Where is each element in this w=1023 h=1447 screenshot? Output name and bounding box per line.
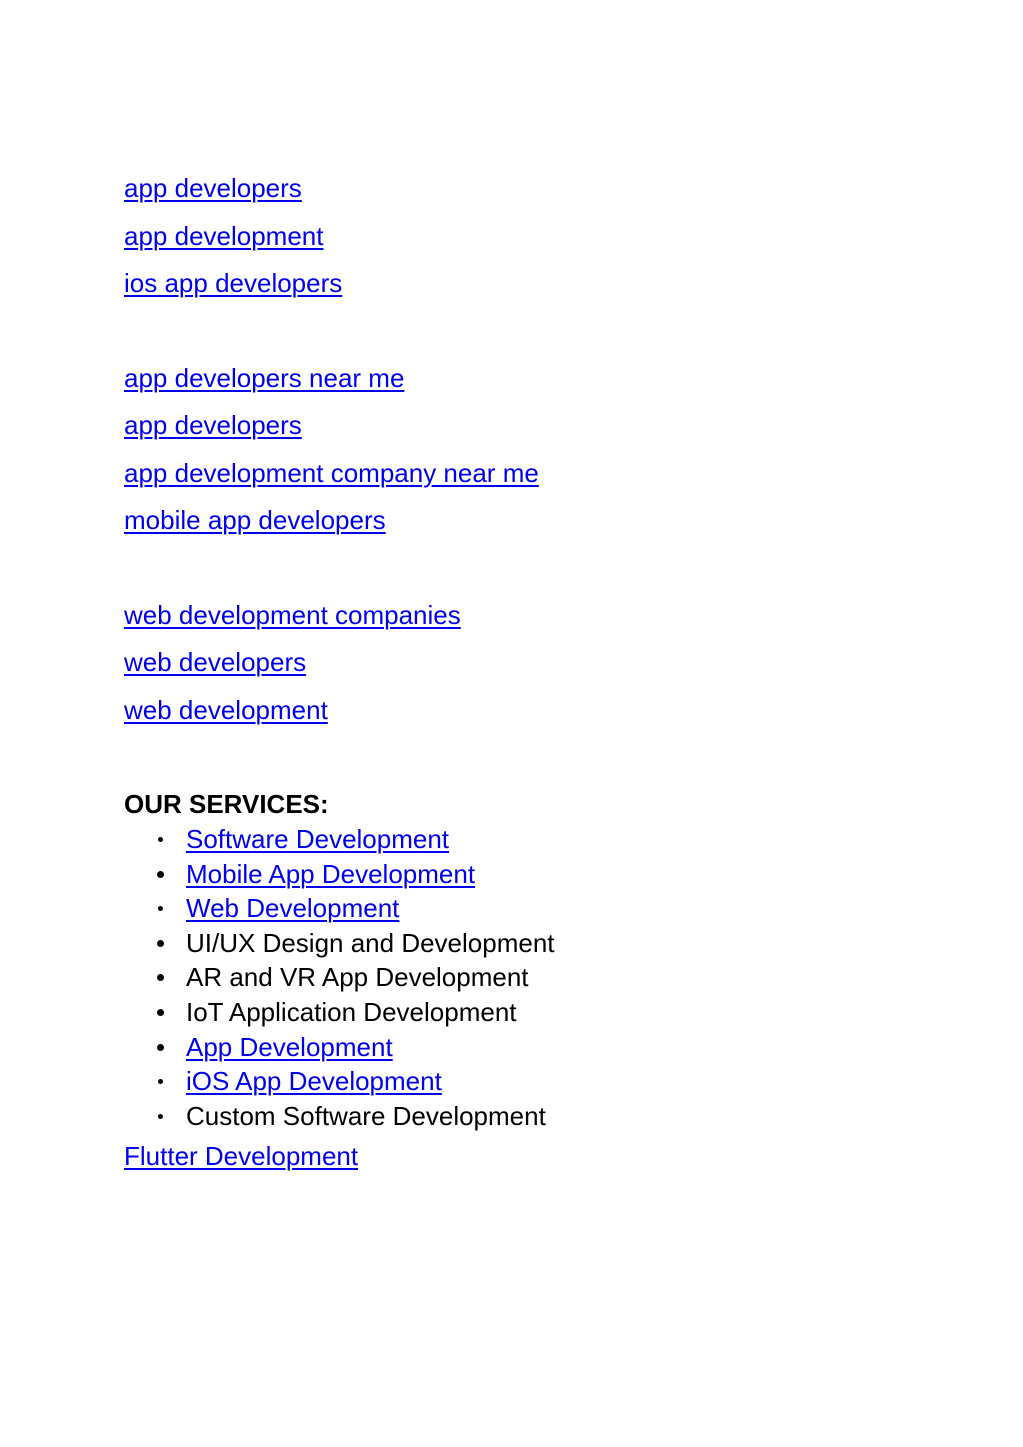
footer-link-line: Flutter Development bbox=[124, 1138, 924, 1174]
link-group-near-me: app developers near me app developers ap… bbox=[124, 360, 924, 550]
link-mobile-app-development[interactable]: Mobile App Development bbox=[186, 859, 475, 889]
link-line: app development bbox=[124, 218, 924, 266]
link-app-development[interactable]: app development bbox=[124, 221, 323, 251]
link-app-developers[interactable]: app developers bbox=[124, 173, 302, 203]
document-page: app developers app development ios app d… bbox=[124, 170, 924, 1180]
service-label-ar-vr: AR and VR App Development bbox=[186, 962, 529, 993]
service-item: iOS App Development bbox=[124, 1063, 924, 1098]
link-line: app developers near me bbox=[124, 360, 924, 408]
link-line: web developers bbox=[124, 644, 924, 692]
services-list: Software Development Mobile App Developm… bbox=[124, 821, 924, 1132]
link-software-development[interactable]: Software Development bbox=[186, 824, 449, 854]
service-item: AR and VR App Development bbox=[124, 959, 924, 994]
link-ios-app-developers[interactable]: ios app developers bbox=[124, 268, 342, 298]
bullet-icon bbox=[157, 1008, 164, 1016]
bullet-icon bbox=[158, 1113, 163, 1119]
service-item: Custom Software Development bbox=[124, 1098, 924, 1133]
link-app-development-company-near-me[interactable]: app development company near me bbox=[124, 458, 539, 488]
service-label-custom-software: Custom Software Development bbox=[186, 1100, 546, 1131]
link-line: ios app developers bbox=[124, 265, 924, 313]
link-web-development[interactable]: web development bbox=[124, 695, 328, 725]
link-line: app developers bbox=[124, 407, 924, 455]
link-web-developers[interactable]: web developers bbox=[124, 647, 306, 677]
bullet-icon bbox=[158, 906, 163, 912]
link-ios-app-development[interactable]: iOS App Development bbox=[186, 1066, 442, 1096]
link-line: mobile app developers bbox=[124, 502, 924, 550]
bullet-icon bbox=[157, 974, 164, 982]
link-line: app development company near me bbox=[124, 455, 924, 503]
link-app-developers-near-me[interactable]: app developers near me bbox=[124, 363, 404, 393]
bullet-icon bbox=[157, 939, 164, 947]
link-app-development-service[interactable]: App Development bbox=[186, 1032, 393, 1062]
bullet-icon bbox=[157, 870, 164, 878]
bullet-icon bbox=[157, 1043, 164, 1051]
bullet-icon bbox=[158, 837, 163, 842]
service-item: Software Development bbox=[124, 821, 924, 856]
service-item: App Development bbox=[124, 1029, 924, 1064]
link-line: web development companies bbox=[124, 597, 924, 645]
link-flutter-development[interactable]: Flutter Development bbox=[124, 1141, 358, 1171]
service-item: Mobile App Development bbox=[124, 856, 924, 891]
link-mobile-app-developers[interactable]: mobile app developers bbox=[124, 505, 386, 535]
link-web-development-companies[interactable]: web development companies bbox=[124, 600, 461, 630]
link-line: app developers bbox=[124, 170, 924, 218]
link-group-app: app developers app development ios app d… bbox=[124, 170, 924, 313]
link-app-developers-2[interactable]: app developers bbox=[124, 410, 302, 440]
link-line: web development bbox=[124, 692, 924, 740]
service-item: UI/UX Design and Development bbox=[124, 925, 924, 960]
service-item: Web Development bbox=[124, 890, 924, 925]
service-item: IoT Application Development bbox=[124, 994, 924, 1029]
service-label-ui-ux: UI/UX Design and Development bbox=[186, 927, 555, 958]
link-web-development-service[interactable]: Web Development bbox=[186, 893, 399, 923]
bullet-icon bbox=[158, 1079, 163, 1085]
service-label-iot: IoT Application Development bbox=[186, 996, 517, 1027]
link-group-web: web development companies web developers… bbox=[124, 597, 924, 740]
